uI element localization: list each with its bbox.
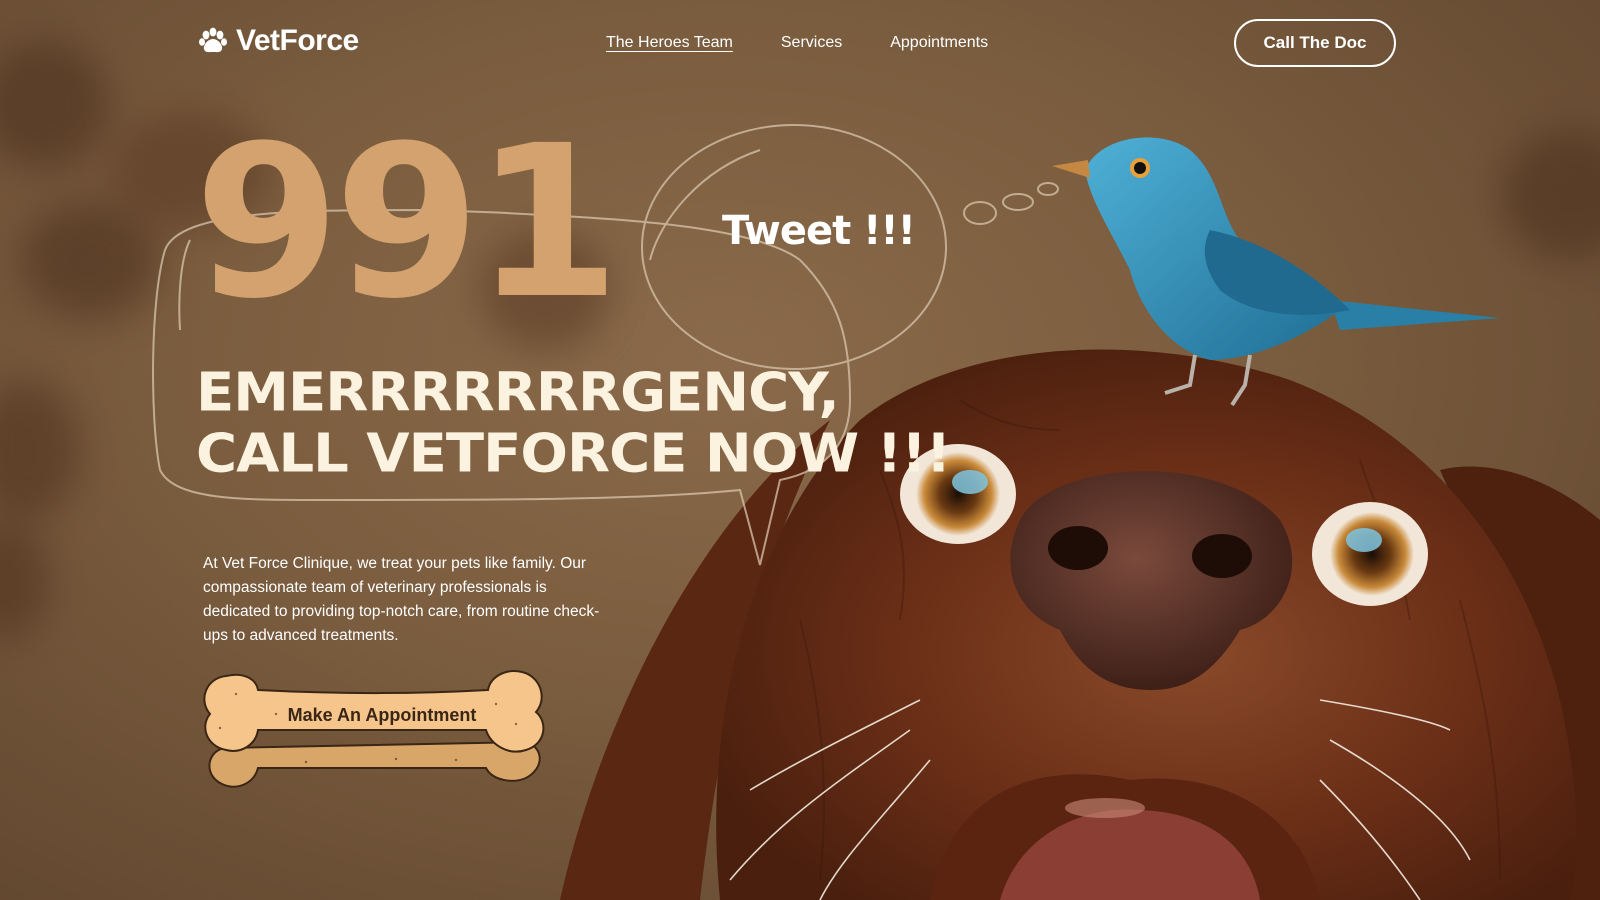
bone-icon [203, 670, 545, 788]
headline-line-1: EMERRRRRRRGENCY, [196, 362, 840, 424]
emergency-number: 991 [194, 100, 620, 345]
nav-link-services[interactable]: Services [781, 34, 842, 52]
headline-line-2: CALL VETFORCE NOW !!! [196, 423, 951, 485]
hero-description: At Vet Force Clinique, we treat your pet… [203, 554, 600, 644]
bubble-text: Tweet !!! [722, 208, 916, 254]
make-appointment-button[interactable]: Make An Appointment [196, 664, 558, 796]
brand-name: VetForce [236, 24, 359, 57]
nav-link-heroes-team[interactable]: The Heroes Team [606, 34, 733, 52]
hero-headline: EMERRRRRRRGENCY, CALL VETFORCE NOW !!! [196, 362, 951, 485]
call-the-doc-button[interactable]: Call The Doc [1234, 19, 1396, 67]
main-navigation: The Heroes Team Services Appointments [606, 34, 988, 52]
brand-logo[interactable]: VetForce [198, 24, 359, 58]
make-appointment-label: Make An Appointment [287, 705, 477, 725]
paw-icon [199, 27, 227, 53]
nav-link-appointments[interactable]: Appointments [890, 34, 988, 52]
